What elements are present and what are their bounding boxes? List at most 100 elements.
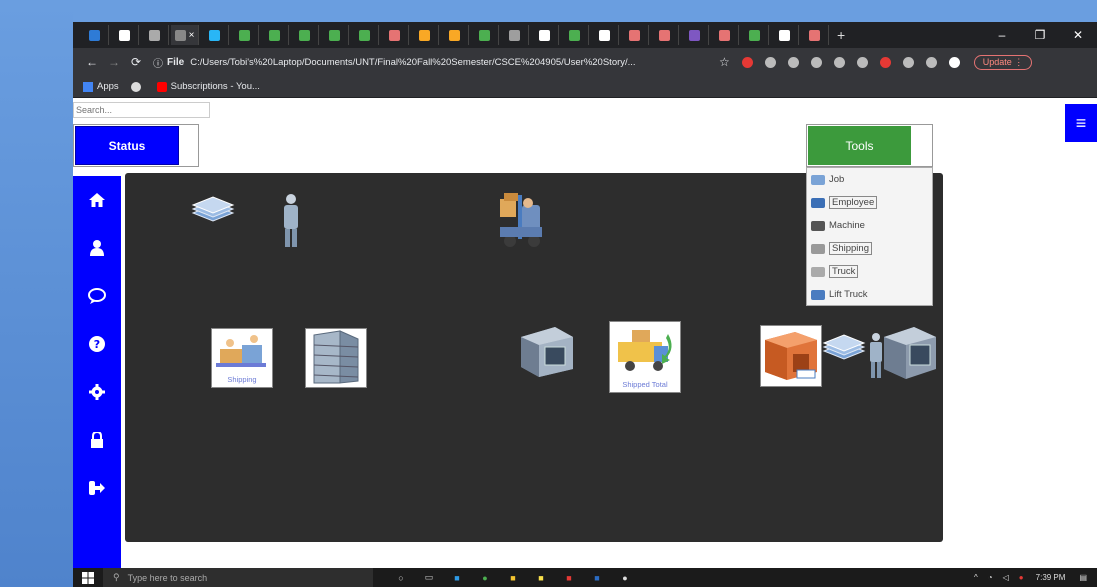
maximize-button[interactable]: ❐ — [1021, 22, 1059, 48]
taskbar-search[interactable]: ⚲ Type here to search — [103, 568, 373, 587]
warehouse-node[interactable] — [760, 325, 822, 387]
workstation-group-node[interactable] — [822, 323, 940, 390]
reload-icon[interactable]: ⟳ — [125, 55, 147, 69]
url-bar[interactable]: ⓘ File C:/Users/Tobi's%20Laptop/Document… — [153, 52, 713, 72]
bookmark-youtube[interactable]: Subscriptions - You... — [156, 81, 260, 92]
info-icon[interactable]: ⓘ — [153, 55, 163, 70]
task-view-icon[interactable]: ▭ — [415, 571, 443, 585]
sidebar-item-help[interactable]: ? — [73, 320, 121, 368]
sidebar-item-lock[interactable] — [73, 416, 121, 464]
tools-menu-item[interactable]: Employee — [807, 191, 932, 214]
browser-tab[interactable] — [141, 25, 169, 45]
file-explorer-icon[interactable]: ■ — [499, 571, 527, 585]
close-window-button[interactable]: ✕ — [1059, 22, 1097, 48]
clock[interactable]: 7:39 PM — [1036, 573, 1066, 582]
tools-menu-item[interactable]: Lift Truck — [807, 283, 932, 306]
office-icon[interactable]: ■ — [555, 571, 583, 585]
browser-tab[interactable] — [591, 25, 619, 45]
tools-button[interactable]: Tools — [808, 126, 911, 165]
browser-tab[interactable] — [321, 25, 349, 45]
status-button[interactable]: Status — [75, 126, 179, 165]
update-button[interactable]: Update ⋮ — [973, 54, 1033, 70]
sidebar-item-user[interactable] — [73, 224, 121, 272]
truck-shipped-caption: Shipped Total — [622, 380, 668, 389]
tab-close-icon[interactable]: × — [189, 30, 195, 41]
browser-tab[interactable] — [111, 25, 139, 45]
extension-icon[interactable] — [879, 56, 891, 68]
browser-tab[interactable] — [621, 25, 649, 45]
extension-icon[interactable] — [764, 56, 776, 68]
browser-tab[interactable] — [471, 25, 499, 45]
minimize-button[interactable]: – — [983, 22, 1021, 48]
machine-node[interactable] — [517, 323, 577, 384]
search-input[interactable] — [73, 102, 210, 118]
warehouse-icon — [765, 332, 817, 380]
extension-icon[interactable] — [741, 56, 753, 68]
tools-menu-item[interactable]: Truck — [807, 260, 932, 283]
truck-shipped-node[interactable]: Shipped Total — [609, 321, 681, 393]
browser-tab[interactable] — [741, 25, 769, 45]
browser-tab[interactable] — [81, 25, 109, 45]
start-button[interactable] — [73, 571, 103, 584]
browser-tab[interactable] — [531, 25, 559, 45]
lift-truck-node[interactable] — [496, 191, 546, 254]
browser-tab[interactable] — [291, 25, 319, 45]
sidebar-item-home[interactable] — [73, 176, 121, 224]
sidebar-item-settings[interactable] — [73, 368, 121, 416]
bookmark-globe[interactable] — [130, 81, 145, 92]
word-icon[interactable]: ■ — [583, 571, 611, 585]
puzzle-extensions-icon[interactable] — [925, 56, 937, 68]
sidebar-item-chat[interactable] — [73, 272, 121, 320]
edge-icon[interactable]: ■ — [443, 571, 471, 585]
tab-favicon-icon — [719, 29, 730, 41]
new-tab-button[interactable]: + — [837, 27, 845, 43]
browser-tab[interactable] — [771, 25, 799, 45]
sticky-notes-icon[interactable]: ■ — [527, 571, 555, 585]
browser-tab[interactable] — [651, 25, 679, 45]
notification-count-icon[interactable]: ● — [1019, 573, 1024, 582]
tools-menu-item-label: Lift Truck — [829, 289, 868, 300]
forward-arrow-icon[interactable]: → — [103, 55, 125, 69]
lift-truck-icon — [500, 193, 542, 247]
bookmark-apps[interactable]: Apps — [83, 81, 119, 92]
tray-chevron-icon[interactable]: ^ — [974, 573, 978, 582]
extension-icon[interactable] — [856, 56, 868, 68]
desktop-background — [0, 0, 73, 587]
sidebar-item-logout[interactable] — [73, 464, 121, 512]
employee-node[interactable] — [281, 193, 301, 254]
browser-tab[interactable] — [381, 25, 409, 45]
network-icon[interactable]: ◔ — [988, 573, 993, 582]
volume-icon[interactable]: ◁ — [1003, 573, 1009, 582]
job-stack-node[interactable] — [191, 195, 235, 230]
hamburger-menu-icon[interactable]: ≡ — [1065, 104, 1097, 142]
browser-tab[interactable] — [231, 25, 259, 45]
tools-menu-item[interactable]: Machine — [807, 214, 932, 237]
tools-menu-item-label: Job — [829, 174, 845, 185]
browser-tab[interactable] — [681, 25, 709, 45]
browser-tab[interactable] — [201, 25, 229, 45]
cortana-icon[interactable]: ○ — [387, 571, 415, 585]
extension-icon[interactable] — [810, 56, 822, 68]
action-center-icon[interactable]: ▤ — [1079, 573, 1087, 582]
paint-icon[interactable]: ● — [611, 571, 639, 585]
browser-tab[interactable] — [411, 25, 439, 45]
extension-icon[interactable] — [833, 56, 845, 68]
tools-menu-item[interactable]: Job — [807, 168, 932, 191]
browser-tab[interactable] — [561, 25, 589, 45]
extension-icon[interactable] — [902, 56, 914, 68]
browser-tab[interactable] — [801, 25, 829, 45]
browser-tab[interactable] — [441, 25, 469, 45]
browser-tab[interactable] — [501, 25, 529, 45]
shipping-node[interactable]: Shipping — [211, 328, 273, 388]
browser-tab[interactable] — [711, 25, 739, 45]
extension-icon[interactable] — [787, 56, 799, 68]
chrome-icon[interactable]: ● — [471, 571, 499, 585]
browser-tab[interactable]: × — [171, 25, 199, 45]
browser-tab[interactable] — [351, 25, 379, 45]
storage-rack-node[interactable] — [305, 328, 367, 388]
tools-menu-item[interactable]: Shipping — [807, 237, 932, 260]
browser-tab[interactable] — [261, 25, 289, 45]
bookmark-star-icon[interactable]: ☆ — [719, 55, 730, 69]
profile-avatar[interactable] — [948, 56, 960, 68]
back-arrow-icon[interactable]: ← — [81, 55, 103, 69]
